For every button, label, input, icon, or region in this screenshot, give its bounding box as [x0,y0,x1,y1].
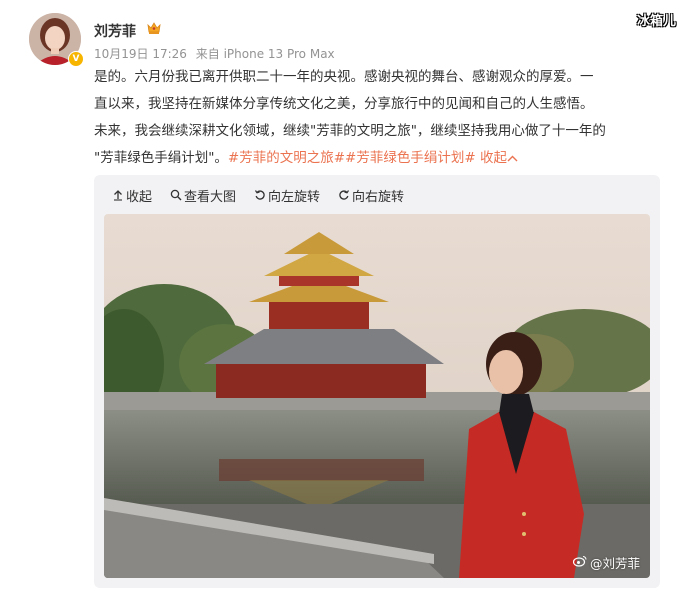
photo-illustration [104,214,650,578]
hashtag-link[interactable]: #芳菲的文明之旅# [228,150,345,166]
post-text-line: 直以来，我坚持在新媒体分享传统文化之美，分享旅行中的见闻和自己的人生感悟。 [94,96,594,112]
post-text-line: 未来，我会继续深耕文化领域，继续"芳菲的文明之旅"，继续坚持我用心做了十一年的 [94,123,606,139]
rotate-left-label: 向左旋转 [268,189,321,205]
crown-icon [146,20,162,36]
post-text-quote: "芳菲绿色手绢计划"。 [94,150,228,166]
post-photo[interactable]: @刘芳菲 [104,214,650,578]
view-large-label: 查看大图 [184,189,237,205]
view-large-button[interactable]: 查看大图 [170,186,236,205]
post-text-line: 是的。六月份我已离开供职二十一年的央视。感谢央视的舞台、感谢观众的厚爱。一 [94,69,594,85]
photo-watermark: @刘芳菲 [572,553,640,572]
watermark: 冰箱儿 [636,14,676,29]
post-source: 来自 iPhone 13 Pro Max [195,47,335,61]
post-content: 是的。六月份我已离开供职二十一年的央视。感谢央视的舞台、感谢观众的厚爱。一 直以… [94,64,666,172]
rotate-right-icon [338,189,350,201]
rotate-right-label: 向右旋转 [352,189,405,205]
rotate-right-button[interactable]: 向右旋转 [338,186,404,205]
photo-watermark-text: @刘芳菲 [589,556,640,571]
magnifier-icon [170,189,182,201]
media-collapse-button[interactable]: 收起 [112,186,152,205]
chevron-up-icon [507,150,518,166]
media-box: 收起 查看大图 向左旋转 向右旋转 @刘芳菲 [94,175,660,588]
post-text-line: "芳菲绿色手绢计划"。#芳菲的文明之旅##芳菲绿色手绢计划# 收起 [94,145,666,172]
weibo-icon [572,555,587,570]
collapse-text-link[interactable]: 收起 [480,150,518,166]
post-date[interactable]: 10月19日 17:26 [94,47,187,61]
rotate-left-icon [254,189,266,201]
collapse-text-label: 收起 [479,150,507,166]
username[interactable]: 刘芳菲 [94,21,136,41]
media-collapse-label: 收起 [126,189,153,205]
verified-badge: V [68,51,84,67]
collapse-up-icon [112,189,124,201]
hashtag-link[interactable]: #芳菲绿色手绢计划# [345,150,476,166]
rotate-left-button[interactable]: 向左旋转 [254,186,320,205]
post-meta: 10月19日 17:26 来自 iPhone 13 Pro Max [94,45,340,62]
media-toolbar: 收起 查看大图 向左旋转 向右旋转 [112,185,404,205]
